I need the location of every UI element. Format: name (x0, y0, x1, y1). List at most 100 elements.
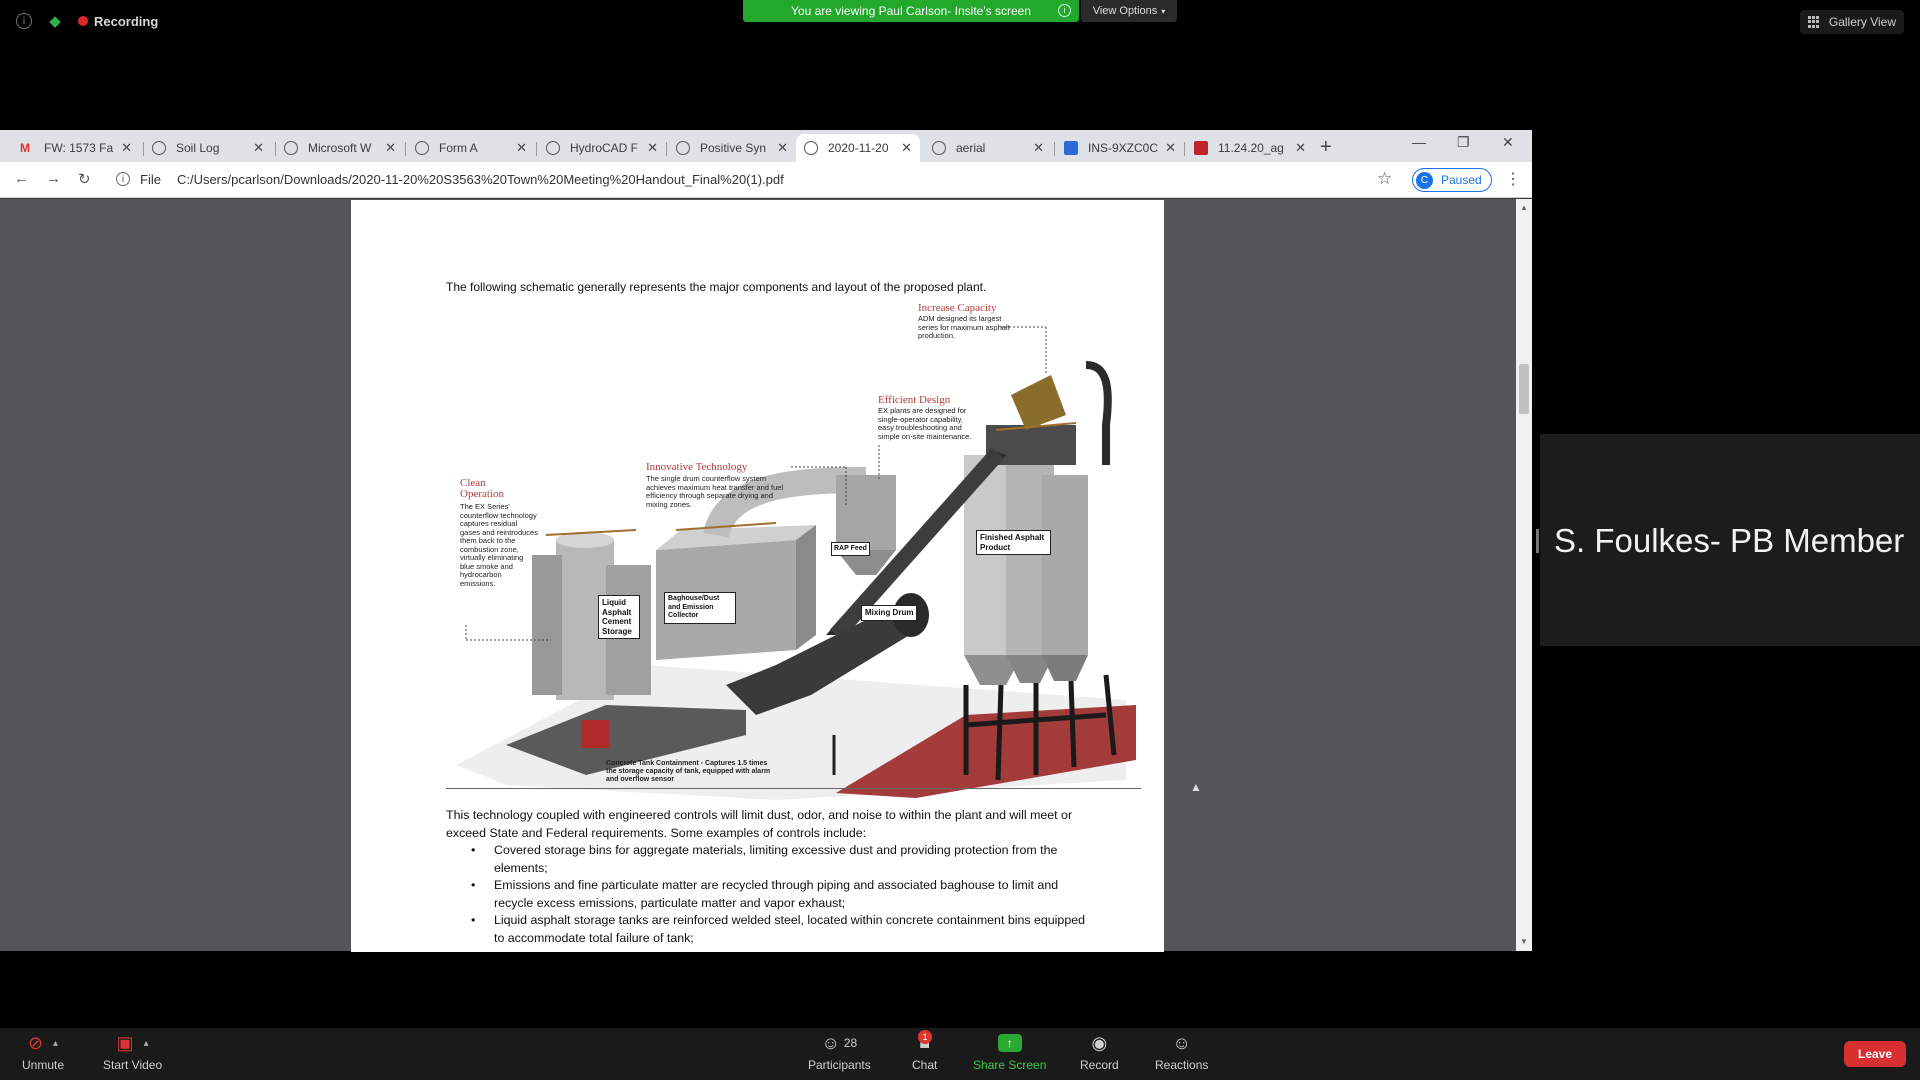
scroll-down-icon[interactable]: ▼ (1520, 937, 1528, 946)
reload-icon[interactable]: ↻ (78, 170, 91, 188)
share-screen-button[interactable]: ↑ Share Screen (973, 1032, 1046, 1072)
share-screen-label: Share Screen (973, 1058, 1047, 1072)
chevron-up-icon[interactable]: ▴ (144, 1038, 149, 1049)
browser-menu-icon[interactable]: ⋮ (1505, 169, 1521, 189)
bookmark-star-icon[interactable]: ☆ (1377, 169, 1392, 189)
mouse-cursor-icon: ▲ (1190, 780, 1202, 794)
browser-tab[interactable]: HydroCAD F ✕ (538, 134, 666, 162)
close-tab-icon[interactable]: ✕ (1033, 140, 1044, 156)
site-info-icon[interactable]: i (116, 172, 130, 186)
participant-name: S. Foulkes- PB Member (1554, 522, 1905, 559)
url-field[interactable]: i File C:/Users/pcarlson/Downloads/2020-… (116, 172, 784, 187)
tab-label: aerial (956, 141, 986, 155)
tank-containment-label: Concrete Tank Containment - Captures 1.5… (606, 760, 771, 783)
globe-icon (415, 141, 429, 155)
pdf-scrollbar[interactable]: ▲ ▼ (1516, 199, 1532, 951)
callout-text: EX plants are designed for single-operat… (878, 406, 972, 441)
mixing-drum-label: Mixing Drum (861, 605, 918, 621)
participants-count: 28 (843, 1036, 858, 1050)
screen-share-banner: You are viewing Paul Carlson- Insite's s… (743, 0, 1079, 22)
pdf-page: The following schematic generally repres… (351, 200, 1164, 952)
browser-tab[interactable]: INS-9XZC0C ✕ (1056, 134, 1184, 162)
tab-label: Microsoft W (308, 141, 372, 155)
chevron-up-icon[interactable]: ▴ (53, 1038, 58, 1049)
close-tab-icon[interactable]: ✕ (385, 140, 396, 156)
participant-tile[interactable]: S. Foulkes- PB Member (1536, 434, 1920, 646)
view-options-button[interactable]: View Options ▾ (1081, 0, 1177, 22)
browser-tab[interactable]: Positive Syn ✕ (668, 134, 796, 162)
close-tab-icon[interactable]: ✕ (1165, 140, 1176, 156)
banner-info-icon[interactable]: i (1058, 4, 1071, 17)
close-tab-icon[interactable]: ✕ (516, 140, 527, 156)
unmute-label: Unmute (22, 1058, 65, 1072)
participants-button[interactable]: ☺ 28 Participants (808, 1032, 871, 1073)
start-video-label: Start Video (103, 1058, 163, 1072)
scroll-up-icon[interactable]: ▲ (1520, 203, 1528, 212)
reactions-button[interactable]: ☺ Reactions (1155, 1032, 1209, 1073)
finished-asphalt-label: Finished Asphalt Product (976, 530, 1051, 555)
tab-label: FW: 1573 Fa (44, 141, 114, 155)
chat-unread-badge: 1 (918, 1030, 932, 1044)
app-icon (1194, 141, 1208, 155)
callout-title: Clean Operation (460, 477, 504, 500)
browser-tab[interactable]: Form A ✕ (407, 134, 535, 162)
restore-icon[interactable]: ❐ (1457, 134, 1470, 151)
intro-sentence: The following schematic generally repres… (446, 280, 987, 294)
back-icon[interactable]: ← (14, 170, 29, 187)
recording-dot-icon (78, 16, 88, 26)
minimize-icon[interactable]: — (1412, 134, 1426, 150)
tab-label: Positive Syn (700, 141, 767, 155)
tab-label: HydroCAD F (570, 141, 639, 155)
recording-label: Recording (94, 13, 159, 29)
close-tab-icon[interactable]: ✕ (121, 140, 132, 156)
new-tab-icon[interactable]: + (1320, 136, 1332, 159)
scrollbar-thumb[interactable] (1519, 364, 1529, 414)
profile-status: Paused (1441, 173, 1482, 187)
globe-icon (284, 141, 298, 155)
close-tab-icon[interactable]: ✕ (647, 140, 658, 156)
record-label: Record (1080, 1058, 1119, 1072)
tab-label: Form A (439, 141, 478, 155)
tab-label: Soil Log (176, 141, 220, 155)
unmute-button[interactable]: ⊘ ▴ Unmute (22, 1032, 65, 1073)
browser-tab-active[interactable]: 2020-11-20 ✕ (796, 134, 920, 162)
browser-tab[interactable]: Soil Log ✕ (144, 134, 272, 162)
close-tab-icon[interactable]: ✕ (1295, 140, 1306, 156)
close-window-icon[interactable]: ✕ (1502, 134, 1514, 151)
callout-title: Efficient Design (878, 394, 951, 406)
callout-title: Increase Capacity (918, 302, 997, 314)
gmail-icon: M (20, 141, 30, 155)
browser-tab[interactable]: aerial ✕ (924, 134, 1052, 162)
resize-handle[interactable] (1536, 529, 1539, 553)
callout-text: The EX Series' counterflow technology ca… (460, 502, 538, 588)
security-shield-icon[interactable]: ◆ (44, 10, 66, 32)
liquid-asphalt-label: Liquid Asphalt Cement Storage (598, 595, 640, 639)
baghouse-label: Baghouse/Dust and Emission Collector (664, 592, 736, 624)
tab-label: 2020-11-20 (828, 141, 889, 155)
meeting-info-icon[interactable]: i (16, 13, 32, 29)
reactions-label: Reactions (1155, 1058, 1209, 1072)
recording-indicator[interactable]: Recording (78, 14, 158, 29)
controls-paragraph: This technology coupled with engineered … (446, 808, 1073, 840)
participants-icon: ☺ (821, 1032, 840, 1053)
video-off-icon: ▣ (116, 1032, 134, 1053)
gallery-view-button[interactable]: Gallery View (1799, 10, 1904, 34)
rap-feed-label: RAP Feed (831, 542, 870, 556)
record-button[interactable]: ◉ Record (1080, 1032, 1119, 1073)
browser-tab[interactable]: 11.24.20_ag ✕ (1186, 134, 1314, 162)
globe-icon (152, 141, 166, 155)
close-tab-icon[interactable]: ✕ (901, 140, 912, 156)
participants-label: Participants (808, 1058, 871, 1072)
zoom-top-bar: i ◆ Recording You are viewing Paul Carls… (0, 0, 1920, 44)
start-video-button[interactable]: ▣ ▴ Start Video (103, 1032, 163, 1073)
leave-button[interactable]: Leave (1844, 1041, 1906, 1067)
grid-icon (1807, 15, 1821, 29)
browser-tab[interactable]: M FW: 1573 Fa ✕ (12, 134, 140, 162)
browser-tab[interactable]: Microsoft W ✕ (276, 134, 404, 162)
forward-icon[interactable]: → (46, 170, 61, 187)
close-tab-icon[interactable]: ✕ (777, 140, 788, 156)
browser-tab-strip: M FW: 1573 Fa ✕ Soil Log ✕ Microsoft W ✕… (0, 130, 1532, 162)
profile-button[interactable]: C Paused (1412, 168, 1492, 192)
tab-label: INS-9XZC0C (1088, 141, 1159, 155)
close-tab-icon[interactable]: ✕ (253, 140, 264, 156)
